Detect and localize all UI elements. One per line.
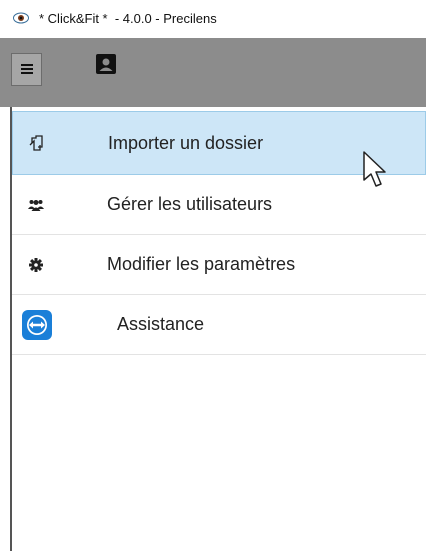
menu-item-settings[interactable]: Modifier les paramètres <box>12 235 426 295</box>
app-window: * Click&Fit * - 4.0.0 - Precilens Import… <box>0 0 426 551</box>
import-icon <box>25 131 49 155</box>
menu-item-assistance[interactable]: Assistance <box>12 295 426 355</box>
window-title: * Click&Fit * - 4.0.0 - Precilens <box>39 10 217 26</box>
hamburger-icon <box>20 61 33 79</box>
profile-button[interactable] <box>96 53 116 79</box>
teamviewer-icon <box>22 309 52 340</box>
eye-icon <box>13 10 29 26</box>
menu-item-label: Gérer les utilisateurs <box>107 194 273 214</box>
side-menu: Importer un dossier Gérer les utilisateu… <box>12 111 426 355</box>
menu-toggle-button[interactable] <box>11 53 42 86</box>
menu-item-label: Assistance <box>117 314 205 334</box>
title-bar: * Click&Fit * - 4.0.0 - Precilens <box>0 0 426 36</box>
mouse-cursor-icon <box>363 151 386 187</box>
gear-icon <box>24 253 48 277</box>
user-profile-icon <box>96 53 116 79</box>
users-icon <box>24 193 48 217</box>
menu-item-label: Modifier les paramètres <box>107 254 296 274</box>
menu-item-label: Importer un dossier <box>108 132 264 153</box>
toolbar <box>0 38 426 107</box>
